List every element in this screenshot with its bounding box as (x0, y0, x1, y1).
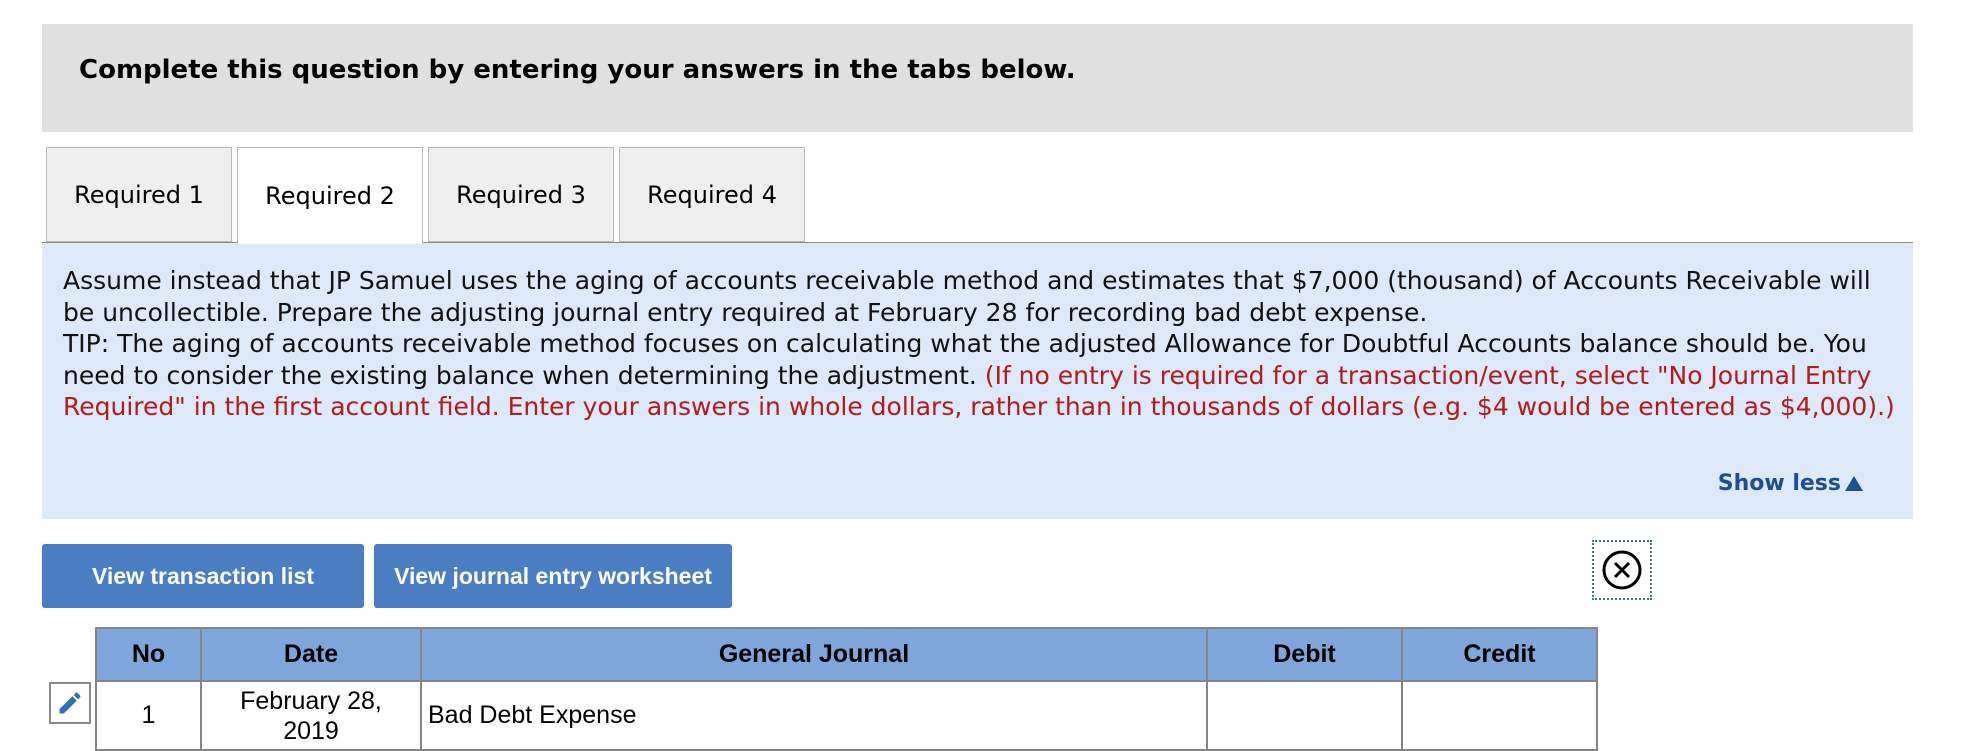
view-transaction-list-button[interactable]: View transaction list (42, 544, 364, 608)
row-credit[interactable] (1401, 680, 1598, 751)
tab-required-1[interactable]: Required 1 (46, 147, 232, 242)
row-debit[interactable] (1206, 680, 1403, 751)
pencil-icon (59, 692, 81, 714)
question-header: Complete this question by entering your … (42, 24, 1913, 132)
row-account[interactable]: Bad Debt Expense (420, 680, 1208, 751)
journal-table: No Date General Journal Debit Credit 1 F… (95, 627, 1598, 751)
col-no: No (95, 627, 202, 682)
row-no: 1 (95, 680, 202, 751)
col-date: Date (200, 627, 422, 682)
col-credit: Credit (1401, 627, 1598, 682)
view-journal-worksheet-button[interactable]: View journal entry worksheet (374, 544, 732, 608)
instructions-text: Assume instead that JP Samuel uses the a… (63, 265, 1903, 423)
close-circle-icon (1602, 550, 1642, 590)
show-less-label: Show less (1717, 471, 1841, 496)
triangle-up-icon (1845, 476, 1863, 491)
show-less-link[interactable]: Show less (1718, 471, 1863, 496)
edit-entry-button[interactable] (49, 682, 91, 724)
tab-required-4[interactable]: Required 4 (619, 147, 805, 242)
table-header-row: No Date General Journal Debit Credit (95, 627, 1598, 682)
tab-required-2[interactable]: Required 2 (237, 147, 423, 244)
col-debit: Debit (1206, 627, 1403, 682)
close-button[interactable] (1592, 540, 1652, 600)
instructions-main: Assume instead that JP Samuel uses the a… (63, 266, 1871, 327)
instructions-panel: Assume instead that JP Samuel uses the a… (42, 243, 1913, 519)
question-title: Complete this question by entering your … (79, 55, 1076, 85)
row-date: February 28, 2019 (200, 680, 422, 751)
tab-required-3[interactable]: Required 3 (428, 147, 614, 242)
col-general-journal: General Journal (420, 627, 1208, 682)
table-row: 1 February 28, 2019 Bad Debt Expense (95, 680, 1598, 751)
